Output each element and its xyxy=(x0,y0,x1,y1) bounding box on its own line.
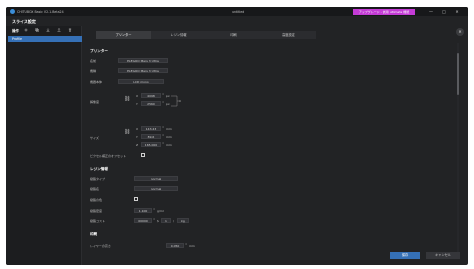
title-bar: CHITUBOX Basic V2.1.Beta24 untitled アップグ… xyxy=(6,7,468,16)
tab-advanced[interactable]: 高度設定 xyxy=(261,31,316,39)
import-icon[interactable] xyxy=(46,28,50,32)
toolbar-label: 操作 xyxy=(12,29,19,33)
section-resin-title: レジン情報 xyxy=(90,167,108,171)
resolution-x-stepper-icon[interactable]: ⇕ xyxy=(162,93,164,96)
resin-cost-unit: $ xyxy=(157,219,159,223)
resin-type-select[interactable]: normal xyxy=(134,176,178,181)
layer-height-input[interactable]: 0.050 xyxy=(166,243,184,248)
profile-list-item[interactable]: Profile xyxy=(8,36,82,42)
size-axis-z: Z xyxy=(136,143,139,147)
resin-cost-input[interactable]: 00000 xyxy=(134,218,152,223)
machine-type-label: 機器本体 xyxy=(90,80,103,84)
app-logo-icon xyxy=(10,9,15,14)
delete-icon[interactable] xyxy=(68,28,72,32)
size-y-unit: mm xyxy=(166,135,172,139)
size-label: サイズ xyxy=(90,136,99,140)
printer-model-field[interactable]: ELEGOO Mars 3 Ultra xyxy=(118,68,168,73)
resin-color-label: 樹脂の色 xyxy=(90,198,103,202)
section-printer-title: プリンター xyxy=(90,49,108,53)
profile-toolbar: 操作 xyxy=(6,26,82,34)
resolution-y-input[interactable]: 2560 xyxy=(141,101,161,106)
resin-cost-weight-unit[interactable]: kg xyxy=(177,218,189,223)
tab-printer[interactable]: プリンター xyxy=(96,31,151,39)
size-x-stepper-icon[interactable]: ⇕ xyxy=(162,126,164,129)
size-axis-y: Y xyxy=(136,135,138,139)
window-close-icon[interactable]: ✕ xyxy=(452,8,462,15)
size-x-input[interactable]: 143.43 xyxy=(141,126,161,131)
tab-resin[interactable]: レジン情報 xyxy=(151,31,206,39)
resin-name-field[interactable]: normal xyxy=(134,186,178,191)
copy-icon[interactable] xyxy=(35,28,39,32)
dialog-header: スライス設定 xyxy=(6,16,468,26)
resin-density-stepper-icon[interactable]: ⇕ xyxy=(153,208,155,211)
page-title: スライス設定 xyxy=(12,19,36,24)
add-icon[interactable] xyxy=(24,28,28,32)
tab-print[interactable]: 印刷 xyxy=(206,31,261,39)
export-icon[interactable] xyxy=(57,28,61,32)
resin-density-label: 樹脂密度 xyxy=(90,209,103,213)
maximize-icon[interactable]: □ xyxy=(439,8,449,15)
resin-density-unit: g/ml xyxy=(157,209,164,213)
size-z-input[interactable]: 165.000 xyxy=(141,142,161,147)
resin-cost-stepper-icon[interactable]: ⇕ xyxy=(153,218,155,221)
size-x-unit: mm xyxy=(166,127,172,131)
app-window: CHITUBOX Basic V2.1.Beta24 untitled アップグ… xyxy=(6,7,468,265)
size-link-icon[interactable]: ⛓ xyxy=(124,129,130,135)
app-title: CHITUBOX Basic V2.1.Beta24 xyxy=(17,9,64,14)
profile-sidebar: 操作 Profile xyxy=(6,26,82,265)
layer-height-label: レイヤーの高さ xyxy=(90,244,111,248)
resolution-axis-y: Y xyxy=(136,102,138,106)
resin-type-label: 樹脂タイプ xyxy=(90,177,106,181)
size-y-input[interactable]: 89.6 xyxy=(141,134,161,139)
settings-form: プリンター 名前 ELEGOO Mars 3 Ultra 機種 ELEGOO M… xyxy=(84,42,459,257)
resin-density-input[interactable]: 1.100 xyxy=(134,208,152,213)
resolution-y-stepper-icon[interactable]: ⇕ xyxy=(162,101,164,104)
size-y-stepper-icon[interactable]: ⇕ xyxy=(162,134,164,137)
cancel-button[interactable]: キャンセル xyxy=(426,252,460,259)
resolution-label: 解像度 xyxy=(90,100,100,104)
settings-scrollbar[interactable] xyxy=(457,43,459,258)
printer-model-label: 機種 xyxy=(90,69,97,73)
upgrade-badge[interactable]: アップグレード - 試用 ultimate 機能 xyxy=(353,8,415,15)
resolution-x-input[interactable]: 4098 xyxy=(141,93,161,98)
size-z-unit: mm xyxy=(166,143,172,147)
resolution-y-unit: px xyxy=(166,102,170,106)
offset-label: ピクセル補正のオフセット xyxy=(90,154,127,158)
scrollbar-thumb[interactable] xyxy=(457,53,459,95)
offset-checkbox[interactable] xyxy=(141,153,145,157)
resin-cost-amount-input[interactable]: 1 xyxy=(161,218,171,223)
layer-height-stepper-icon[interactable]: ⇕ xyxy=(185,243,187,246)
resin-cost-separator: / xyxy=(173,219,175,223)
save-button[interactable]: 保存 xyxy=(390,252,420,259)
printer-name-label: 名前 xyxy=(90,59,97,63)
section-print-title: 印刷 xyxy=(90,232,98,236)
minimize-icon[interactable]: — xyxy=(426,8,436,15)
resolution-x-unit: px xyxy=(166,94,170,98)
resolution-axis-x: X xyxy=(136,94,139,98)
machine-type-select[interactable]: LCD mono xyxy=(118,79,164,84)
settings-tabs: プリンター レジン情報 印刷 高度設定 xyxy=(96,31,316,39)
dialog-close-button[interactable]: ✕ xyxy=(456,28,464,36)
document-title: untitled xyxy=(232,9,245,14)
resin-name-label: 樹脂名 xyxy=(90,187,100,191)
layer-height-unit: mm xyxy=(189,244,195,248)
resin-color-checkbox[interactable] xyxy=(134,197,138,201)
resin-cost-label: 樹脂コスト xyxy=(90,219,106,223)
resolution-link-icon[interactable]: ⛓ xyxy=(124,96,130,102)
size-axis-x: X xyxy=(136,127,139,131)
printer-name-field[interactable]: ELEGOO Mars 3 Ultra xyxy=(118,58,168,63)
resolution-aspect-bracket-icon xyxy=(171,95,181,107)
size-z-stepper-icon[interactable]: ⇕ xyxy=(162,142,164,145)
profile-label: Profile xyxy=(12,37,22,41)
